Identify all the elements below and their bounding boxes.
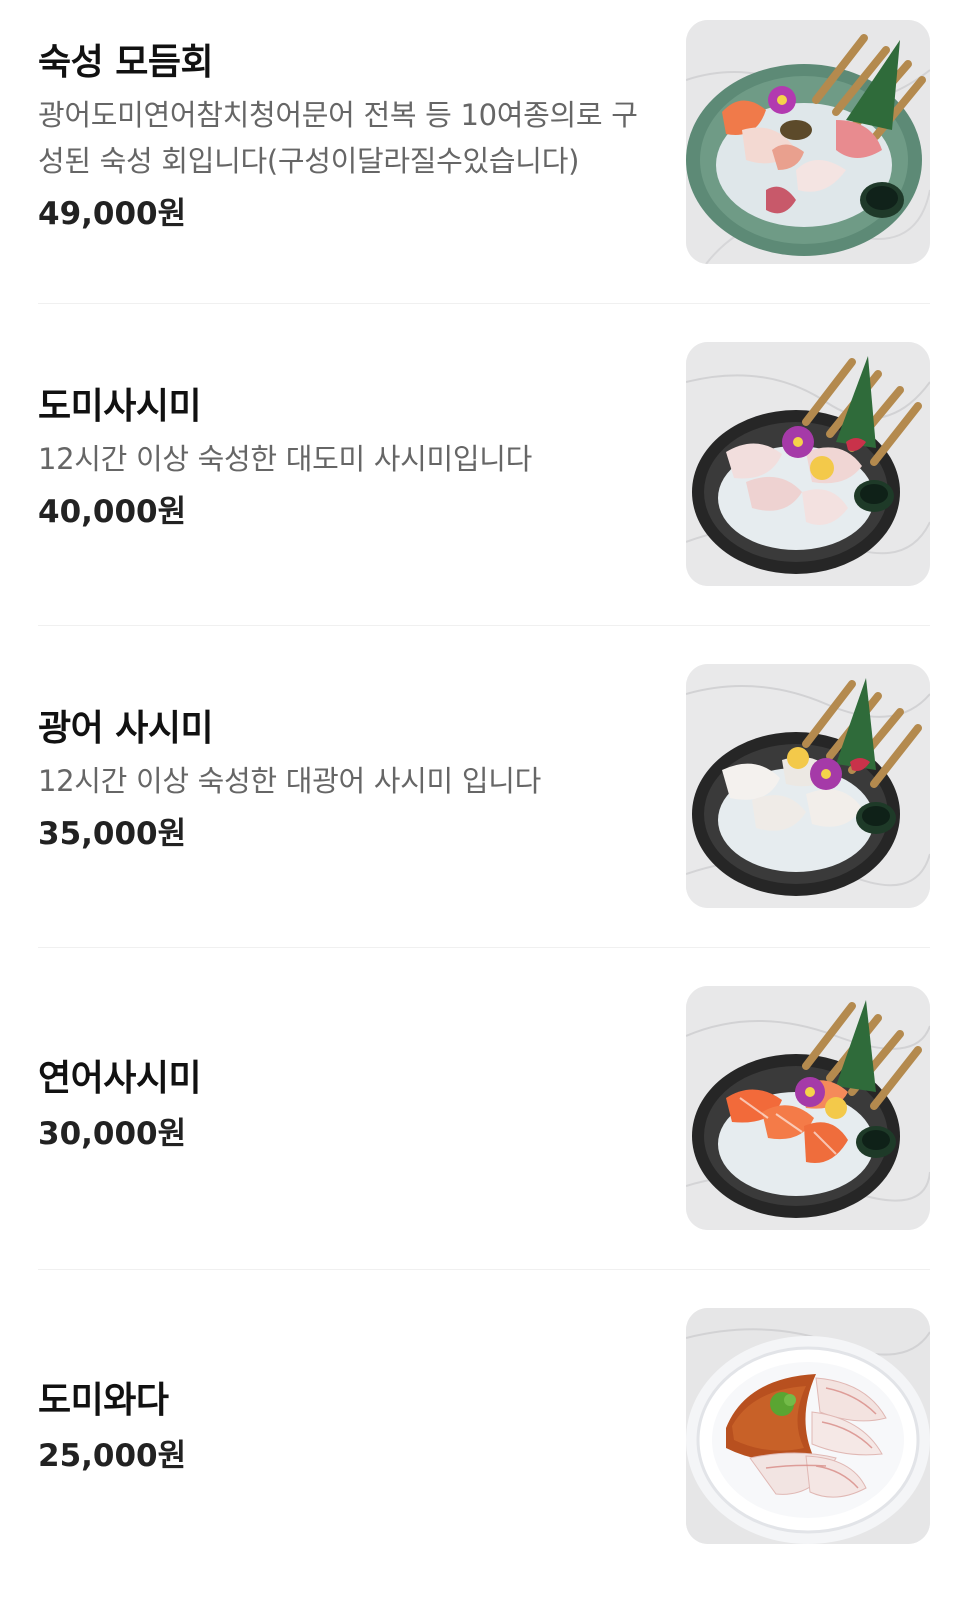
menu-item-description: 12시간 이상 숙성한 대광어 사시미 입니다 bbox=[38, 764, 541, 798]
menu-item-text: 도미와다 25,000원 bbox=[38, 1376, 648, 1478]
menu-item-text: 광어 사시미 12시간 이상 숙성한 대광어 사시미 입니다 35,000원 bbox=[38, 704, 648, 856]
menu-item-price: 25,000원 bbox=[38, 1438, 187, 1474]
menu-item-price: 40,000원 bbox=[38, 494, 187, 530]
divider bbox=[38, 625, 930, 626]
menu-item-name: 광어 사시미 bbox=[38, 708, 214, 749]
menu-item-image[interactable] bbox=[686, 342, 930, 586]
menu-item-price: 49,000원 bbox=[38, 196, 187, 232]
menu-item-name: 도미와다 bbox=[38, 1380, 169, 1421]
menu-item-text: 연어사시미 30,000원 bbox=[38, 1054, 648, 1156]
menu-item-description: 12시간 이상 숙성한 대도미 사시미입니다 bbox=[38, 442, 533, 476]
assorted-sashimi-photo-icon bbox=[686, 20, 930, 264]
menu-item-name: 숙성 모듬회 bbox=[38, 42, 214, 83]
menu-item[interactable]: 도미사시미 12시간 이상 숙성한 대도미 사시미입니다 40,000원 bbox=[38, 322, 930, 644]
flatfish-sashimi-photo-icon bbox=[686, 664, 930, 908]
sea-bream-sashimi-photo-icon bbox=[686, 342, 930, 586]
menu-item-text: 숙성 모듬회 광어도미연어참치청어문어 전복 등 10여종의로 구성된 숙성 회… bbox=[38, 38, 648, 236]
menu-item-text: 도미사시미 12시간 이상 숙성한 대도미 사시미입니다 40,000원 bbox=[38, 382, 648, 534]
menu-item-image[interactable] bbox=[686, 664, 930, 908]
divider bbox=[38, 303, 930, 304]
menu-item-name: 연어사시미 bbox=[38, 1058, 202, 1099]
salmon-sashimi-photo-icon bbox=[686, 986, 930, 1230]
sea-bream-wada-photo-icon bbox=[686, 1308, 930, 1544]
menu-item-price: 30,000원 bbox=[38, 1116, 187, 1152]
menu-item[interactable]: 도미와다 25,000원 bbox=[38, 1288, 930, 1610]
menu-item-image[interactable] bbox=[686, 986, 930, 1230]
menu-item[interactable]: 광어 사시미 12시간 이상 숙성한 대광어 사시미 입니다 35,000원 bbox=[38, 644, 930, 966]
divider bbox=[38, 1269, 930, 1270]
menu-item-image[interactable] bbox=[686, 20, 930, 264]
menu-item[interactable]: 연어사시미 30,000원 bbox=[38, 966, 930, 1288]
menu-item[interactable]: 숙성 모듬회 광어도미연어참치청어문어 전복 등 10여종의로 구성된 숙성 회… bbox=[38, 0, 930, 322]
menu-item-image[interactable] bbox=[686, 1308, 930, 1544]
menu-item-name: 도미사시미 bbox=[38, 386, 202, 427]
divider bbox=[38, 947, 930, 948]
menu-item-price: 35,000원 bbox=[38, 816, 187, 852]
menu-item-description: 광어도미연어참치청어문어 전복 등 10여종의로 구성된 숙성 회입니다(구성이… bbox=[38, 98, 638, 178]
